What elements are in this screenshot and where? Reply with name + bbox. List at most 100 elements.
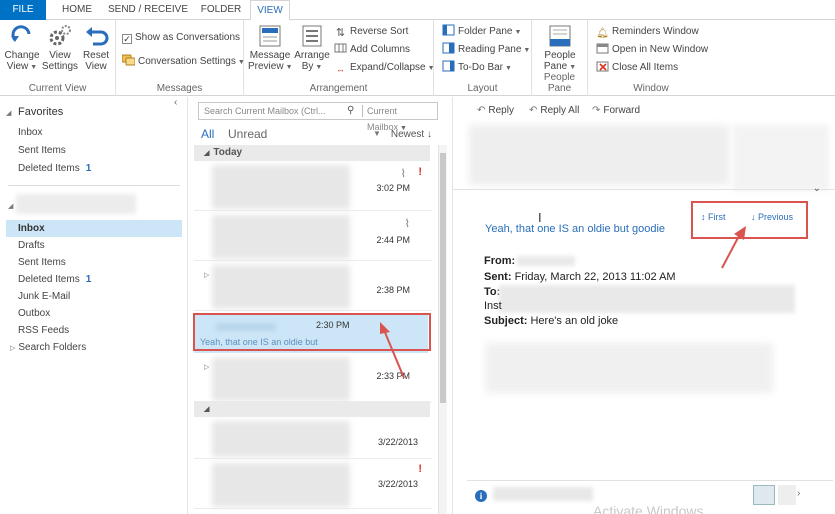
reminders-window-button[interactable]: 🔔︎ Reminders Window — [596, 24, 699, 40]
message-item[interactable]: 3/22/2013 — [194, 419, 432, 459]
reply-all-icon: ↶ — [529, 105, 538, 116]
reset-view-label-2: View — [85, 61, 107, 72]
todo-bar-button[interactable]: To-Do Bar ▼ — [442, 60, 512, 76]
change-view-button[interactable]: Change View ▼ — [2, 24, 42, 73]
header-divider — [453, 189, 835, 190]
chevron-right-icon[interactable]: › — [797, 488, 800, 499]
search-icon[interactable]: ⚲ — [347, 103, 354, 119]
filter-unread[interactable]: Unread — [228, 127, 267, 141]
folder-pane-label: Folder Pane — [458, 26, 513, 37]
collapsed-triangle-icon[interactable]: ▷ — [204, 271, 209, 279]
person-avatar-icon[interactable] — [753, 485, 775, 505]
sort-label: Newest — [390, 129, 425, 140]
forward-button[interactable]: ↷ Forward — [592, 105, 640, 116]
close-all-icon — [596, 61, 609, 72]
open-new-window-button[interactable]: Open in New Window — [596, 42, 708, 58]
add-columns-icon — [334, 43, 347, 53]
message-item[interactable]: ! 3/22/2013 — [194, 461, 432, 509]
folder-label: Inbox — [18, 127, 43, 138]
view-settings-button[interactable]: View Settings — [40, 24, 80, 72]
sort-arrows-icon: ⇅ — [335, 27, 346, 39]
from-redacted — [517, 256, 575, 266]
arrange-by-button[interactable]: Arrange By ▼ — [292, 24, 332, 73]
reply-button[interactable]: ↶ Reply — [477, 105, 514, 116]
collapsed-triangle-icon: ▷ — [10, 345, 16, 352]
conversation-settings-button[interactable]: Conversation Settings ▼ — [122, 54, 245, 70]
reading-pane-icon — [442, 42, 455, 54]
folder-sent-items[interactable]: Sent Items — [18, 254, 66, 271]
chevron-down-icon: ▼ — [505, 65, 512, 72]
collapse-folder-pane-icon[interactable]: ‹ — [174, 97, 177, 108]
todo-bar-icon — [442, 60, 455, 72]
group-header-older[interactable]: ◢ — [194, 401, 430, 417]
annotation-arrow — [721, 226, 746, 269]
folder-label: Outbox — [18, 308, 51, 319]
tab-folder[interactable]: FOLDER — [198, 0, 244, 20]
favorites-header[interactable]: ◢ Favorites — [6, 106, 63, 118]
filter-all[interactable]: All — [201, 127, 214, 141]
people-pane-button[interactable]: People Pane ▼ — [540, 24, 580, 73]
message-preview-button[interactable]: Message Preview ▼ — [248, 24, 293, 73]
group-header-today[interactable]: ◢ Today — [194, 145, 430, 161]
reading-pane-button[interactable]: Reading Pane ▼ — [442, 42, 530, 58]
folder-junk-email[interactable]: Junk E-Mail — [18, 288, 70, 305]
sort-order-button[interactable]: Newest ↓ — [391, 129, 432, 140]
reset-view-label-1: Reset — [82, 50, 110, 61]
people-pane-label-1: People — [544, 50, 576, 61]
to-line: To: — [484, 286, 500, 298]
info-icon[interactable]: i — [475, 490, 487, 502]
collapsed-triangle-icon[interactable]: ▷ — [204, 363, 209, 371]
folder-pane-button[interactable]: Folder Pane ▼ — [442, 24, 521, 40]
tab-view[interactable]: VIEW — [250, 0, 290, 21]
expand-header-chevron-icon[interactable]: ⌄ — [813, 183, 821, 194]
folder-outbox[interactable]: Outbox — [18, 305, 50, 322]
reply-all-button[interactable]: ↶ Reply All — [529, 105, 579, 116]
group-layout: Folder Pane ▼ Reading Pane ▼ To-Do Bar ▼ La… — [434, 20, 532, 96]
reset-view-button[interactable]: Reset View — [76, 24, 116, 72]
message-item[interactable]: ⌇ 2:44 PM — [194, 213, 432, 261]
message-content-redacted — [212, 421, 350, 457]
favorite-sent-items[interactable]: Sent Items — [18, 142, 66, 159]
group-messages: ✓ Show as Conversations Conversation Sett… — [116, 20, 245, 96]
close-all-items-button[interactable]: Close All Items — [596, 60, 678, 76]
person-avatar-icon[interactable] — [778, 485, 796, 505]
folder-search-folders[interactable]: ▷ Search Folders — [10, 339, 86, 356]
activate-windows-watermark: Activate Windows — [593, 503, 704, 514]
account-name-redacted[interactable] — [16, 194, 136, 214]
todo-bar-label: To-Do Bar — [458, 62, 504, 73]
folder-divider — [8, 185, 180, 186]
subject-line: Subject: Here's an old joke — [484, 315, 618, 327]
show-as-conversations-checkbox[interactable]: ✓ Show as Conversations — [122, 30, 240, 46]
search-input[interactable]: Search Current Mailbox (Ctrl... ⚲ Curren… — [198, 102, 438, 132]
scrollbar-thumb[interactable] — [440, 153, 446, 403]
expand-collapse-label: Expand/Collapse — [350, 62, 426, 73]
expanded-triangle-icon[interactable]: ◢ — [8, 202, 13, 210]
favorite-deleted-items[interactable]: Deleted Items 1 — [18, 160, 91, 177]
tab-file[interactable]: FILE — [0, 0, 46, 20]
folder-label: Deleted Items — [18, 274, 80, 285]
message-content-redacted — [212, 165, 350, 209]
folder-rss-feeds[interactable]: RSS Feeds — [18, 322, 69, 339]
message-time: 2:38 PM — [376, 285, 410, 295]
conversation-settings-label: Conversation Settings — [138, 56, 236, 67]
message-time: 3:02 PM — [376, 183, 410, 193]
search-placeholder: Search Current Mailbox (Ctrl... — [204, 106, 326, 116]
gear-icon — [49, 25, 71, 46]
favorite-inbox[interactable]: Inbox — [18, 124, 42, 141]
message-date: 3/22/2013 — [377, 437, 418, 447]
tab-send-receive[interactable]: SEND / RECEIVE — [106, 0, 190, 20]
message-list-scrollbar[interactable] — [438, 145, 447, 514]
message-header-redacted — [733, 125, 829, 191]
add-columns-button[interactable]: Add Columns — [334, 42, 410, 58]
folder-drafts[interactable]: Drafts — [18, 237, 45, 254]
filter-dropdown-icon[interactable]: ▼ — [373, 129, 381, 138]
forward-label: Forward — [603, 105, 641, 116]
message-item[interactable]: ▷ 2:38 PM — [194, 263, 432, 311]
folder-inbox[interactable]: Inbox — [6, 220, 182, 237]
folder-deleted-items[interactable]: Deleted Items 1 — [18, 271, 91, 288]
tab-home[interactable]: HOME — [58, 0, 96, 20]
reverse-sort-button[interactable]: ⇅ Reverse Sort — [334, 24, 408, 40]
expand-collapse-button[interactable]: ↔ Expand/Collapse ▼ — [334, 60, 435, 76]
message-item[interactable]: ⌇ ! 3:02 PM — [194, 163, 432, 211]
chevron-down-icon: ▼ — [514, 29, 522, 36]
